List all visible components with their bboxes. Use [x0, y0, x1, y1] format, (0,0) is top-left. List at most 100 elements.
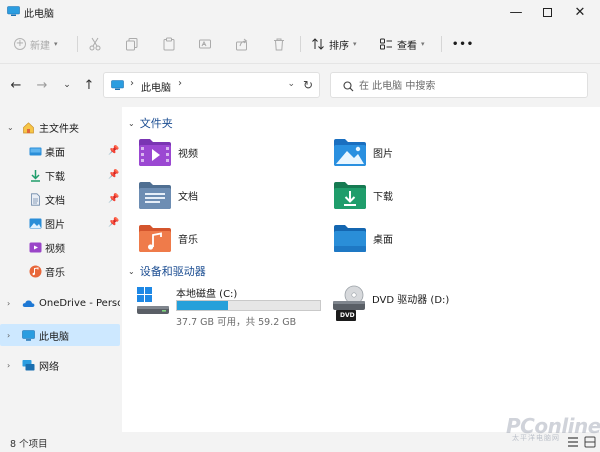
folder-label: 图片 [373, 149, 393, 160]
chevron-down-icon[interactable]: ⌄ [7, 123, 14, 132]
sidebar-item-desktop[interactable]: 桌面 📌 [0, 140, 120, 162]
breadcrumb-separator[interactable]: › [130, 78, 134, 89]
chevron-right-icon[interactable]: › [7, 299, 10, 308]
drive-usage-text: 37.7 GB 可用，共 59.2 GB [176, 317, 297, 328]
address-history-chevron-icon[interactable]: ⌄ [287, 79, 295, 89]
close-button[interactable]: ✕ [560, 0, 600, 24]
new-button[interactable]: + 新建 ▾ [14, 34, 58, 54]
drive-usage-fill [177, 301, 229, 310]
share-icon [236, 38, 248, 51]
arrow-left-icon: ← [10, 77, 22, 93]
sidebar-item-home[interactable]: ⌄ 主文件夹 [0, 116, 120, 138]
more-icon: ••• [452, 38, 475, 50]
search-box[interactable] [330, 72, 588, 98]
more-options-button[interactable]: ••• [452, 34, 474, 54]
windows-drive-icon [137, 287, 169, 314]
item-count: 8 个项目 [10, 439, 48, 450]
pin-icon: 📌 [108, 170, 120, 180]
group-header-folders[interactable]: ⌄ 文件夹 [128, 115, 173, 131]
chevron-down-icon[interactable]: ⌄ [128, 267, 135, 276]
group-header-devices[interactable]: ⌄ 设备和驱动器 [128, 263, 206, 279]
file-explorer-window: 此电脑 — ✕ + 新建 ▾ 排序 ▾ 查看 ▾ ••• ← → ⌄ ↑ › 此… [0, 0, 600, 452]
folder-tile-pictures[interactable]: 图片 [333, 137, 513, 173]
pin-icon: 📌 [108, 194, 120, 204]
sidebar-item-downloads[interactable]: 下载 📌 [0, 164, 120, 186]
sidebar-item-label: 网络 [39, 361, 59, 373]
sidebar-item-label: 音乐 [45, 267, 65, 279]
title-bar: 此电脑 — ✕ [0, 0, 600, 24]
sort-icon [312, 38, 324, 50]
sidebar-item-this-pc[interactable]: › 此电脑 [0, 324, 120, 346]
sort-button[interactable]: 排序 ▾ [311, 34, 357, 54]
cut-icon [89, 37, 101, 51]
folder-tile-downloads[interactable]: 下载 [333, 180, 513, 216]
folder-tile-desktop[interactable]: 桌面 [333, 223, 513, 259]
arrow-up-icon: ↑ [83, 77, 95, 93]
toolbar-divider [300, 36, 301, 52]
desktop-folder-icon [334, 225, 366, 252]
search-input[interactable] [359, 77, 579, 95]
folder-tile-videos[interactable]: 视频 [138, 137, 318, 173]
pictures-icon [29, 218, 42, 228]
delete-button[interactable] [272, 34, 286, 54]
folder-label: 视频 [178, 149, 198, 160]
back-button[interactable]: ← [5, 74, 27, 96]
cut-button[interactable] [88, 34, 102, 54]
copy-button[interactable] [125, 34, 139, 54]
minimize-icon: — [509, 4, 523, 20]
view-button[interactable]: 查看 ▾ [379, 34, 425, 54]
drive-tile-d[interactable]: DVD DVD 驱动器 (D:) [332, 283, 522, 327]
sidebar-item-documents[interactable]: 文档 📌 [0, 188, 120, 210]
onedrive-cloud-icon [22, 299, 35, 307]
toolbar-divider [441, 36, 442, 52]
share-button[interactable] [235, 34, 249, 54]
sidebar-item-music[interactable]: 音乐 [0, 260, 120, 282]
drive-usage-bar [176, 300, 321, 311]
this-pc-icon [7, 6, 20, 16]
chevron-down-icon: ⌄ [63, 80, 71, 90]
recent-locations-button[interactable]: ⌄ [56, 74, 78, 96]
pin-icon: 📌 [108, 146, 120, 156]
rename-button[interactable] [198, 34, 212, 54]
address-bar[interactable]: › 此电脑 › ⌄ ↻ [103, 72, 320, 98]
sidebar-item-network[interactable]: › 网络 [0, 354, 120, 376]
paste-button[interactable] [162, 34, 176, 54]
pconline-watermark-sub: 太平洋电脑网 [512, 434, 560, 442]
documents-icon [31, 192, 40, 206]
videos-icon [29, 242, 42, 252]
chevron-down-icon[interactable]: ⌄ [128, 119, 135, 128]
navigation-pane: ⌄ 主文件夹 桌面 📌 下载 📌 文档 📌 图片 📌 视频 音乐 › OneDr… [0, 107, 122, 432]
dvd-badge: DVD [340, 312, 355, 319]
breadcrumb-separator[interactable]: › [178, 78, 182, 89]
this-pc-icon [111, 80, 124, 90]
arrow-right-icon: → [36, 77, 48, 93]
chevron-down-icon: ▾ [54, 40, 58, 48]
sidebar-item-label: 桌面 [45, 147, 65, 159]
this-pc-icon [22, 329, 35, 341]
plus-circle-icon: + [14, 38, 26, 50]
sidebar-item-onedrive[interactable]: › OneDrive - Persor [0, 292, 120, 314]
drive-tile-c[interactable]: 本地磁盘 (C:) 37.7 GB 可用，共 59.2 GB [136, 283, 326, 328]
breadcrumb-this-pc[interactable]: 此电脑 [141, 79, 171, 94]
folder-label: 桌面 [373, 235, 393, 246]
up-button[interactable]: ↑ [78, 74, 100, 96]
folder-tile-music[interactable]: 音乐 [138, 223, 318, 259]
forward-button[interactable]: → [31, 74, 53, 96]
folder-tile-documents[interactable]: 文档 [138, 180, 318, 216]
music-icon [29, 265, 42, 277]
chevron-down-icon: ▾ [353, 40, 357, 48]
home-icon [23, 121, 34, 133]
chevron-right-icon[interactable]: › [7, 361, 10, 370]
sidebar-item-pictures[interactable]: 图片 📌 [0, 212, 120, 234]
sidebar-item-label: 图片 [45, 219, 65, 231]
sort-label: 排序 [329, 40, 349, 52]
folder-label: 文档 [178, 192, 198, 203]
sidebar-item-videos[interactable]: 视频 [0, 236, 120, 258]
music-folder-icon [139, 225, 171, 252]
refresh-icon[interactable]: ↻ [303, 78, 313, 92]
downloads-icon [31, 169, 40, 182]
chevron-right-icon[interactable]: › [7, 331, 10, 340]
drive-label: DVD 驱动器 (D:) [372, 295, 450, 306]
view-icon [380, 38, 392, 50]
chevron-down-icon: ▾ [421, 40, 425, 48]
